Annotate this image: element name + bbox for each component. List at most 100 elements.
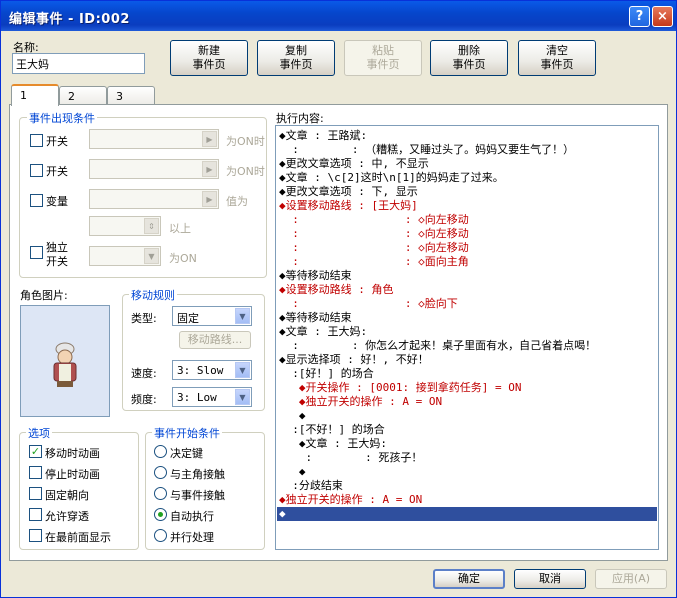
list-item[interactable]: ◆: [279, 465, 306, 479]
delete-page-button[interactable]: 删除 事件页: [430, 40, 508, 76]
variable-selector: ▶: [89, 189, 219, 209]
switch2-checkbox[interactable]: [30, 164, 43, 177]
trigger-action-radio[interactable]: [154, 445, 167, 458]
self-switch-selector: ▼: [89, 246, 161, 266]
option-walk-anim-checkbox[interactable]: ✓: [29, 445, 42, 458]
option-step-anim-checkbox[interactable]: [29, 466, 42, 479]
list-item[interactable]: ◆文章 : \c[2]这时\n[1]的妈妈走了过来。: [279, 171, 504, 185]
self-switch-suffix: 为ON: [169, 252, 197, 265]
execution-list[interactable]: ◆文章 : 王路斌: : : （糟糕，又睡过头了。妈妈又要生气了！） ◆更改文章…: [275, 125, 659, 550]
above-suffix: 以上: [169, 222, 191, 235]
movement-route-button: 移动路线...: [179, 331, 251, 349]
list-item[interactable]: ◆文章 : 王大妈:: [279, 325, 367, 339]
list-item[interactable]: : : ◇向左移动: [279, 213, 468, 227]
character-sprite-icon: [53, 342, 77, 387]
list-item[interactable]: :[不好！] 的场合: [279, 423, 385, 437]
trigger-player-touch-label: 与主角接触: [170, 468, 225, 481]
speed-select[interactable]: 3: Slow ▼: [172, 360, 252, 380]
list-item[interactable]: ◆开关操作 : [0001: 接到拿药任务] = ON: [279, 381, 522, 395]
options-title: 选项: [26, 425, 52, 441]
list-item[interactable]: ◆独立开关的操作 : A = ON: [279, 493, 422, 507]
list-item[interactable]: : : ◇向左移动: [279, 227, 468, 241]
switch1-suffix: 为ON时: [226, 135, 265, 148]
title-bar[interactable]: 编辑事件 - ID:002 ? ×: [1, 1, 676, 31]
chevron-down-icon: ▼: [235, 362, 250, 378]
chevron-down-icon: ▼: [144, 248, 159, 264]
list-item[interactable]: : : 你怎么才起来！桌子里面有水，自己省着点喝！: [279, 339, 596, 353]
switch2-suffix: 为ON时: [226, 165, 265, 178]
switch2-label: 开关: [46, 165, 68, 178]
tab-page-3[interactable]: 3: [107, 86, 155, 105]
list-item[interactable]: ◆文章 : 王路斌:: [279, 129, 367, 143]
close-icon[interactable]: ×: [652, 6, 673, 27]
option-direction-fix-label: 固定朝向: [45, 489, 89, 502]
copy-page-button[interactable]: 复制 事件页: [257, 40, 335, 76]
event-editor-window: 编辑事件 - ID:002 ? × 名称: 王大妈 新建 事件页 复制 事件页 …: [0, 0, 677, 598]
graphic-label: 角色图片:: [20, 289, 68, 302]
trigger-autorun-label: 自动执行: [170, 510, 214, 523]
apply-button: 应用(A): [595, 569, 667, 589]
list-item[interactable]: ◆: [279, 409, 306, 423]
variable-suffix: 值为: [226, 195, 248, 208]
stepper-icon: ⇕: [144, 218, 159, 234]
list-item[interactable]: :分歧结束: [279, 479, 343, 493]
new-page-button[interactable]: 新建 事件页: [170, 40, 248, 76]
trigger-autorun-radio[interactable]: [154, 508, 167, 521]
ok-button[interactable]: 确定: [433, 569, 505, 589]
option-step-anim-label: 停止时动画: [45, 468, 100, 481]
paste-page-button: 粘贴 事件页: [344, 40, 422, 76]
list-item[interactable]: ◆设置移动路线 : 角色: [279, 283, 394, 297]
clear-page-button[interactable]: 清空 事件页: [518, 40, 596, 76]
list-item[interactable]: : : ◇面向主角: [279, 255, 468, 269]
list-item[interactable]: ◆更改文章选项 : 下, 显示: [279, 185, 418, 199]
execution-label: 执行内容:: [276, 112, 324, 125]
list-item[interactable]: : : ◇脸向下: [279, 297, 457, 311]
help-icon[interactable]: ?: [629, 6, 650, 27]
list-item[interactable]: : : ◇向左移动: [279, 241, 468, 255]
window-title: 编辑事件 - ID:002: [9, 12, 130, 27]
list-item[interactable]: : : 死孩子！: [279, 451, 422, 465]
self-switch-label: 独立 开关: [46, 241, 68, 268]
list-item[interactable]: ◆等待移动结束: [279, 311, 352, 325]
option-always-on-top-checkbox[interactable]: [29, 529, 42, 542]
movement-type-label: 类型:: [131, 312, 157, 325]
list-item[interactable]: :[好！] 的场合: [279, 367, 374, 381]
chevron-right-icon: ▶: [202, 191, 217, 207]
variable-label: 变量: [46, 195, 68, 208]
option-direction-fix-checkbox[interactable]: [29, 487, 42, 500]
list-item-selected[interactable]: ◆: [277, 507, 657, 521]
trigger-event-touch-radio[interactable]: [154, 487, 167, 500]
list-item[interactable]: ◆独立开关的操作 : A = ON: [279, 395, 442, 409]
chevron-right-icon: ▶: [202, 131, 217, 147]
variable-checkbox[interactable]: [30, 194, 43, 207]
tab-page-1[interactable]: 1: [11, 84, 59, 106]
chevron-down-icon: ▼: [235, 389, 250, 405]
movement-type-select[interactable]: 固定 ▼: [172, 306, 252, 326]
switch1-checkbox[interactable]: [30, 134, 43, 147]
frequency-select[interactable]: 3: Low ▼: [172, 387, 252, 407]
variable-value-stepper: ⇕: [89, 216, 161, 236]
movement-title: 移动规则: [129, 287, 177, 303]
trigger-title: 事件开始条件: [152, 425, 222, 441]
list-item[interactable]: ◆更改文章选项 : 中, 不显示: [279, 157, 429, 171]
speed-label: 速度:: [131, 367, 157, 380]
list-item[interactable]: ◆等待移动结束: [279, 269, 352, 283]
option-through-checkbox[interactable]: [29, 508, 42, 521]
option-through-label: 允许穿透: [45, 510, 89, 523]
trigger-player-touch-radio[interactable]: [154, 466, 167, 479]
switch2-selector: ▶: [89, 159, 219, 179]
tab-page-2[interactable]: 2: [59, 86, 107, 105]
trigger-action-label: 决定键: [170, 447, 203, 460]
chevron-down-icon: ▼: [235, 308, 250, 324]
list-item[interactable]: ◆设置移动路线 : [王大妈]: [279, 199, 418, 213]
trigger-parallel-radio[interactable]: [154, 529, 167, 542]
list-item[interactable]: : : （糟糕，又睡过头了。妈妈又要生气了！）: [279, 143, 574, 157]
cancel-button[interactable]: 取消: [514, 569, 586, 589]
character-graphic-preview[interactable]: [20, 305, 110, 417]
list-item[interactable]: ◆显示选择项 : 好！, 不好！: [279, 353, 429, 367]
name-input[interactable]: 王大妈: [12, 53, 145, 74]
self-switch-checkbox[interactable]: [30, 246, 43, 259]
frequency-value: 3: Low: [177, 391, 217, 404]
chevron-right-icon: ▶: [202, 161, 217, 177]
list-item[interactable]: ◆文章 : 王大妈:: [279, 437, 387, 451]
